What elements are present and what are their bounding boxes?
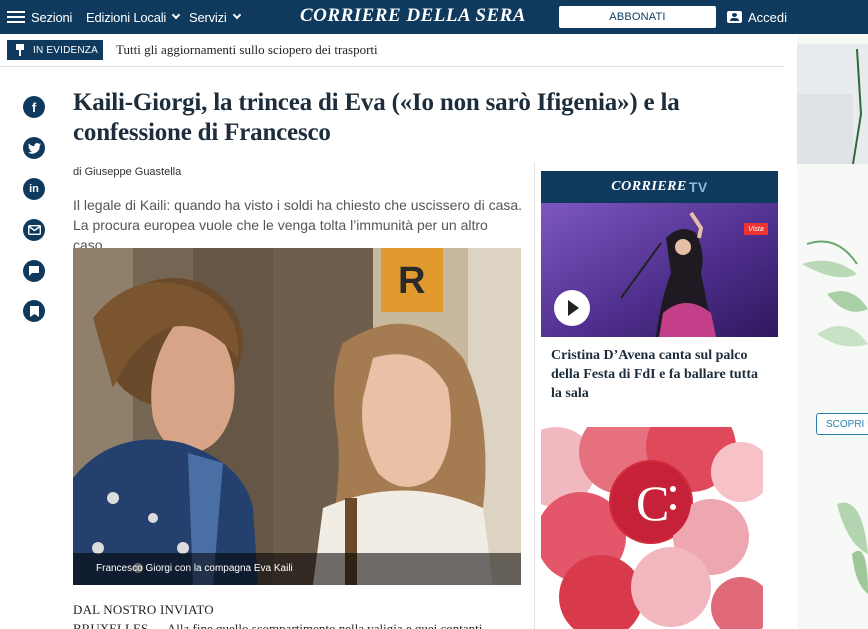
corriere-tv-header[interactable]: CORRIERE TV [541, 171, 778, 203]
facebook-icon[interactable]: f [23, 96, 45, 118]
tv-video-thumbnail[interactable]: Vista [541, 203, 778, 337]
twitter-icon[interactable] [23, 137, 45, 159]
article-dateline: DAL NOSTRO INVIATO [73, 602, 214, 617]
hamburger-menu-icon [7, 10, 25, 24]
sections-menu-button[interactable]: Sezioni [7, 0, 72, 34]
svg-text:R: R [398, 260, 425, 302]
article-byline[interactable]: di Giuseppe Guastella [73, 166, 181, 178]
edizioni-locali-dropdown[interactable]: Edizioni Locali [86, 0, 181, 34]
photo-caption: Francesco Giorgi con la compagna Eva Kai… [73, 553, 521, 585]
skin-graphic [797, 34, 868, 629]
in-evidenza-label: IN EVIDENZA [33, 44, 98, 56]
chevron-down-icon [171, 10, 181, 20]
email-icon[interactable] [23, 219, 45, 241]
corriere-tv-widget: CORRIERE TV Vista [541, 171, 778, 337]
comment-icon[interactable] [23, 260, 45, 282]
column-divider [534, 162, 535, 629]
svg-text:C: C [636, 475, 669, 531]
tv-video-title[interactable]: Cristina D’Avena canta sul palco della F… [551, 346, 771, 403]
bookmark-icon[interactable] [23, 300, 45, 322]
tv-header-suffix: TV [688, 179, 708, 195]
page-skin-advertisement[interactable] [797, 34, 868, 629]
photo-illustration: R [73, 248, 521, 585]
skin-cta-button[interactable]: SCOPRI M [816, 413, 868, 435]
tv-header-brand: CORRIERE [611, 179, 687, 194]
article-body-start: BRUXELLES — Alla fine quello scompartime… [73, 622, 493, 629]
divider [0, 66, 784, 67]
login-button[interactable]: Accedi [727, 0, 787, 34]
ad-graphic: C [541, 427, 763, 629]
user-card-icon [727, 11, 742, 23]
evidenza-link[interactable]: Tutti gli aggiornamenti sullo sciopero d… [116, 42, 378, 58]
linkedin-icon[interactable]: in [23, 178, 45, 200]
article-photo[interactable]: R Francesco Giorgi con la compagna Eva K… [73, 248, 521, 585]
advertisement[interactable]: C [541, 427, 763, 629]
servizi-dropdown[interactable]: Servizi [189, 0, 241, 34]
subscribe-button[interactable]: ABBONATI [559, 6, 716, 28]
article-summary: Il legale di Kaili: quando ha visto i so… [73, 197, 523, 253]
top-navigation-bar: Sezioni Edizioni Locali Servizi CORRIERE… [0, 0, 868, 34]
site-logo[interactable]: CORRIERE DELLA SERA [300, 5, 526, 29]
servizi-label: Servizi [189, 9, 227, 25]
pin-icon [15, 44, 25, 56]
chevron-down-icon [232, 10, 241, 20]
play-icon[interactable] [554, 290, 590, 326]
in-evidenza-badge: IN EVIDENZA [7, 40, 103, 60]
sections-label: Sezioni [31, 9, 73, 25]
article-headline: Kaili-Giorgi, la trincea di Eva («Io non… [73, 89, 680, 146]
login-label: Accedi [748, 9, 788, 25]
edizioni-locali-label: Edizioni Locali [86, 9, 167, 25]
vista-badge: Vista [744, 223, 768, 235]
